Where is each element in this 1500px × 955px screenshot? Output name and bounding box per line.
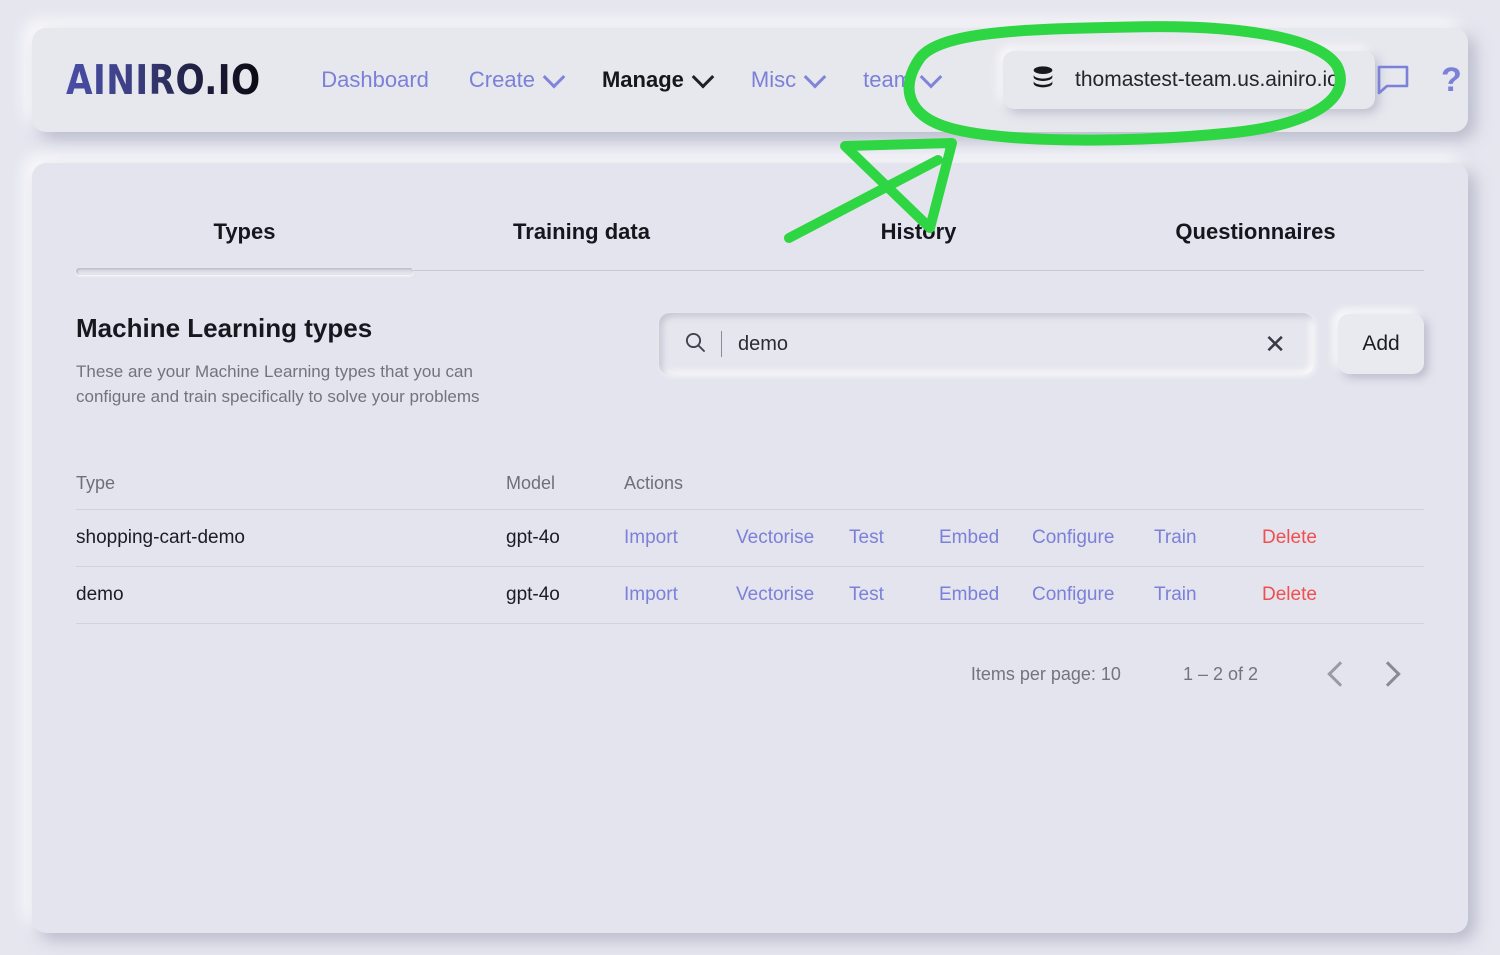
table-header-row: Type Model Actions [76,457,1424,511]
search-input[interactable]: demo ✕ [659,313,1314,375]
cell-actions: Import Vectorise Test Embed Configure Tr… [624,527,1424,549]
cell-type: shopping-cart-demo [76,527,245,549]
chevron-down-icon [542,65,566,89]
chevron-right-icon [1375,661,1401,688]
page-title: Machine Learning types [76,313,373,343]
action-delete[interactable]: Delete [1262,527,1342,549]
text-cursor [721,331,722,357]
page-header-row: Machine Learning types These are your Ma… [32,271,1468,409]
clear-search-icon[interactable]: ✕ [1260,331,1290,357]
tab-questionnaires[interactable]: Questionnaires [1087,219,1424,271]
action-import[interactable]: Import [624,527,736,549]
page-description: These are your Machine Learning types th… [76,362,480,406]
database-icon [1029,64,1057,97]
paginator: Items per page: 10 1 – 2 of 2 [32,624,1468,698]
action-vectorise[interactable]: Vectorise [736,527,849,549]
tab-label: Types [213,219,276,244]
action-train[interactable]: Train [1154,584,1262,606]
chevron-down-icon [691,65,715,89]
tab-label: History [880,219,957,244]
main-content-card: Types Training data History Questionnair… [32,163,1468,933]
main-nav: Dashboard Create Manage Misc team [301,57,959,103]
table-row[interactable]: shopping-cart-demo gpt-4o Import Vectori… [76,510,1424,568]
action-vectorise[interactable]: Vectorise [736,584,849,606]
cell-type: demo [76,584,124,606]
cell-model: gpt-4o [506,527,560,549]
tab-history[interactable]: History [750,219,1087,271]
chevron-down-icon [919,65,943,89]
chat-bubble-icon[interactable] [1375,64,1411,96]
tab-label: Training data [513,219,650,244]
help-icon[interactable]: ? [1441,63,1462,97]
nav-item-team[interactable]: team [843,57,959,103]
nav-item-dashboard[interactable]: Dashboard [301,57,449,103]
tab-types[interactable]: Types [76,219,413,275]
action-embed[interactable]: Embed [939,527,1032,549]
items-per-page-label[interactable]: Items per page: 10 [971,664,1121,685]
action-train[interactable]: Train [1154,527,1262,549]
tab-bar: Types Training data History Questionnair… [32,163,1468,275]
search-value: demo [738,332,789,355]
next-page-button[interactable] [1364,650,1412,698]
ainiro-logo[interactable]: AINIRO.IO [66,56,261,104]
nav-item-label: team [863,67,913,92]
column-header-type: Type [76,472,116,493]
column-header-actions: Actions [624,472,684,493]
nav-item-label: Dashboard [321,67,429,92]
table-row[interactable]: demo gpt-4o Import Vectorise Test Embed … [76,567,1424,625]
cell-actions: Import Vectorise Test Embed Configure Tr… [624,584,1424,606]
action-test[interactable]: Test [849,527,939,549]
page-range-label: 1 – 2 of 2 [1182,663,1258,684]
page-title-block: Machine Learning types These are your Ma… [76,313,636,409]
action-import[interactable]: Import [624,584,736,606]
current-site-selector[interactable]: thomastest-team.us.ainiro.io [1003,51,1376,109]
current-site-url: thomastest-team.us.ainiro.io [1075,68,1339,91]
nav-item-label: Create [468,67,535,92]
tab-training-data[interactable]: Training data [413,219,750,271]
action-embed[interactable]: Embed [939,584,1032,606]
action-configure[interactable]: Configure [1032,527,1154,549]
search-icon [683,330,707,359]
nav-item-create[interactable]: Create [449,57,582,103]
cell-model: gpt-4o [506,584,560,606]
column-header-model: Model [506,472,556,493]
ml-types-table: Type Model Actions shopping-cart-demo gp… [32,457,1468,625]
nav-item-label: Manage [601,67,684,92]
search-and-add-group: demo ✕ Add [659,313,1424,375]
nav-item-manage[interactable]: Manage [582,57,731,103]
action-configure[interactable]: Configure [1032,584,1154,606]
action-delete[interactable]: Delete [1262,584,1342,606]
chevron-down-icon [803,65,827,89]
nav-item-label: Misc [750,67,797,92]
previous-page-button[interactable] [1316,650,1364,698]
nav-item-misc[interactable]: Misc [731,57,843,103]
chevron-left-icon [1327,661,1353,688]
add-button[interactable]: Add [1338,314,1424,374]
action-test[interactable]: Test [849,584,939,606]
top-navigation-bar: AINIRO.IO Dashboard Create Manage Misc t… [32,28,1468,132]
tab-label: Questionnaires [1175,219,1336,244]
